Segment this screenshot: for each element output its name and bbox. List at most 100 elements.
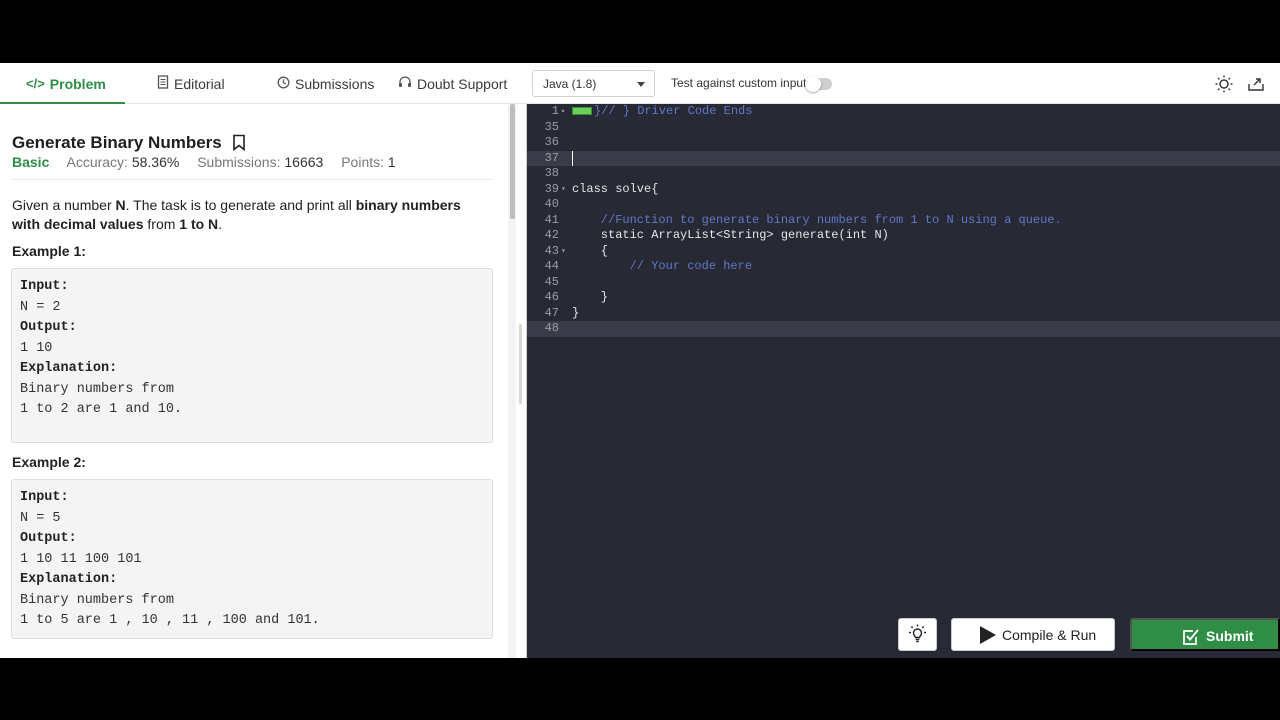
folded-region-icon[interactable]	[572, 106, 592, 115]
tab-submissions[interactable]: Submissions	[277, 63, 374, 104]
accuracy-value: 58.36%	[131, 154, 180, 170]
fold-arrow-icon[interactable]: ▾	[561, 244, 566, 260]
code-line[interactable]: 35	[527, 120, 1280, 136]
toggle-knob	[805, 76, 821, 92]
sun-icon[interactable]	[1214, 74, 1234, 94]
code-line[interactable]: 48	[527, 321, 1280, 337]
submissions-value: 16663	[284, 154, 324, 170]
line-number: 48	[544, 321, 559, 335]
problem-pane: Generate Binary Numbers Basic Accuracy: …	[0, 104, 516, 658]
line-number: 47	[544, 305, 559, 320]
code-editor[interactable]: 1 ▸}// } Driver Code Ends 35 36 37 38 39 ▾ class…	[527, 104, 1280, 606]
tab-doubt-label: Doubt Support	[417, 75, 508, 92]
language-value: Java (1.8)	[543, 76, 597, 91]
example-explanation: 1 to 2 are 1 and 10.	[20, 402, 183, 417]
problem-meta: Basic Accuracy: 58.36% Submissions: 1666…	[12, 154, 396, 170]
tab-submissions-label: Submissions	[295, 75, 375, 92]
points-label: Points:	[341, 154, 385, 170]
example-explanation-label: Explanation:	[20, 572, 118, 587]
chevron-down-icon	[637, 82, 645, 87]
line-number: 42	[544, 228, 559, 242]
code-line[interactable]: 47}	[527, 306, 1280, 322]
code-line[interactable]: 42 static ArrayList<String> generate(int…	[527, 228, 1280, 244]
code-line[interactable]: 46 }	[527, 290, 1280, 306]
tab-editorial-label: Editorial	[174, 75, 225, 92]
code-text: // Your code here	[572, 259, 753, 273]
line-number: 35	[544, 119, 559, 134]
line-number: 44	[544, 259, 559, 273]
line-number: 1	[551, 104, 559, 118]
code-text: {	[572, 243, 609, 258]
example-explanation-label: Explanation:	[20, 361, 118, 376]
code-icon: </>	[26, 76, 45, 91]
submit-button[interactable]: Submit	[1130, 618, 1280, 651]
code-text: }	[572, 290, 609, 304]
example-input-label: Input:	[20, 490, 69, 505]
example-output-label: Output:	[20, 531, 77, 546]
line-number: 36	[544, 135, 559, 149]
example-2-title: Example 2:	[12, 454, 86, 470]
code-line[interactable]: 43 ▾ {	[527, 244, 1280, 260]
hint-button[interactable]	[898, 618, 937, 651]
code-text: class solve{	[572, 181, 659, 196]
code-text: }	[572, 305, 580, 320]
submit-label: Submit	[1206, 628, 1254, 644]
bookmark-icon[interactable]	[232, 134, 246, 152]
top-nav: </> Problem Editorial Submissions Doubt …	[0, 63, 1280, 104]
custom-input-toggle[interactable]	[805, 76, 832, 92]
example-2-box: Input: N = 5 Output: 1 10 11 100 101 Exp…	[11, 479, 493, 639]
example-input: N = 5	[20, 510, 61, 526]
code-line[interactable]: 1 ▸ }// } Driver Code Ends	[527, 104, 1280, 120]
fullscreen-icon[interactable]	[1246, 74, 1266, 94]
code-line[interactable]: 39 ▾ class solve{	[527, 182, 1280, 198]
line-number: 39	[544, 181, 559, 196]
line-number: 45	[544, 274, 559, 289]
line-number: 37	[544, 150, 559, 165]
language-select[interactable]: Java (1.8)	[532, 70, 655, 97]
line-number: 41	[544, 212, 559, 227]
code-line[interactable]: 41 //Function to generate binary numbers…	[527, 213, 1280, 229]
line-number: 46	[544, 290, 559, 304]
problem-title: Generate Binary Numbers	[12, 133, 222, 152]
code-line[interactable]: 44 // Your code here	[527, 259, 1280, 275]
document-icon	[157, 75, 169, 92]
code-line[interactable]: 36	[527, 135, 1280, 151]
tab-problem-label: Problem	[49, 75, 106, 92]
code-line[interactable]: 38	[527, 166, 1280, 182]
fold-arrow-icon[interactable]: ▸	[561, 104, 566, 120]
example-explanation: Binary numbers from	[20, 592, 174, 608]
tab-problem[interactable]: </> Problem	[26, 63, 106, 104]
accuracy-label: Accuracy:	[66, 154, 128, 170]
example-input: N = 2	[20, 299, 61, 315]
compile-run-button[interactable]: Compile & Run	[951, 618, 1115, 651]
example-explanation: 1 to 5 are 1 , 10 , 11 , 100 and 101.	[20, 613, 320, 628]
submissions-label: Submissions:	[197, 154, 281, 170]
example-explanation: Binary numbers from	[20, 381, 174, 397]
code-text: }// } Driver Code Ends	[594, 104, 753, 118]
divider	[12, 179, 493, 180]
code-text: //Function to generate binary numbers fr…	[572, 212, 1062, 227]
line-number: 40	[544, 197, 559, 211]
compile-run-label: Compile & Run	[1002, 626, 1097, 643]
code-line[interactable]: 40	[527, 197, 1280, 213]
code-line[interactable]: 37	[527, 150, 1280, 166]
difficulty-badge: Basic	[12, 154, 50, 170]
example-1-box: Input: N = 2 Output: 1 10 Explanation: B…	[11, 268, 493, 443]
example-output: 1 10	[20, 340, 53, 356]
headset-icon	[398, 75, 412, 92]
play-icon	[980, 626, 996, 644]
lightbulb-icon	[909, 624, 926, 643]
checkbox-icon	[1181, 627, 1201, 647]
example-input-label: Input:	[20, 279, 69, 294]
problem-description: Given a number N. The task is to generat…	[12, 197, 461, 232]
fold-arrow-icon[interactable]: ▾	[561, 182, 566, 198]
clock-icon	[277, 76, 290, 92]
example-output-label: Output:	[20, 320, 77, 335]
ide-app: </> Problem Editorial Submissions Doubt …	[0, 63, 1280, 658]
pane-resize-handle[interactable]	[516, 104, 527, 658]
scrollbar-thumb[interactable]	[510, 104, 515, 219]
code-line[interactable]: 45	[527, 275, 1280, 291]
tab-doubt-support[interactable]: Doubt Support	[398, 63, 507, 104]
tab-editorial[interactable]: Editorial	[157, 63, 225, 104]
line-number: 38	[544, 166, 559, 180]
